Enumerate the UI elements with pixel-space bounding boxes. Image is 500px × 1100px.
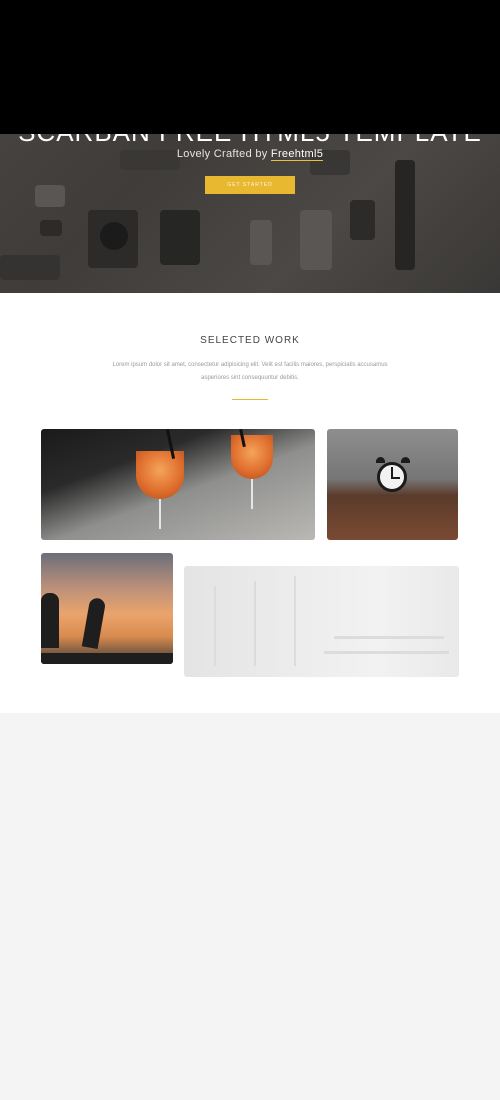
glass-shape <box>231 435 273 479</box>
window-frame <box>254 581 256 666</box>
hero-subtitle-link[interactable]: Freehtml5 <box>270 148 324 161</box>
window-frame <box>214 586 216 666</box>
strap-prop <box>350 200 375 240</box>
section-divider <box>232 399 268 400</box>
selected-work-section: SELECTED WORK Lorem ipsum dolor sit amet… <box>0 293 500 713</box>
person-silhouette <box>41 593 59 648</box>
work-tile-drinks[interactable] <box>41 429 315 540</box>
desk-shape <box>324 651 449 654</box>
desk-shape <box>334 636 444 639</box>
clock-hand <box>391 477 400 479</box>
window-frame <box>294 576 296 666</box>
stem-shape <box>159 499 161 529</box>
strap-prop <box>395 160 415 270</box>
hero-subtitle-text: Lovely Crafted by <box>176 148 271 160</box>
camera-prop <box>35 185 65 207</box>
glass-shape <box>136 451 184 499</box>
phone-prop <box>300 210 332 270</box>
get-started-button[interactable]: GET STARTED <box>205 176 295 194</box>
plant-prop <box>160 210 200 265</box>
flash-prop <box>250 220 272 265</box>
work-tile-office[interactable] <box>184 566 459 677</box>
work-tile-sunset[interactable] <box>41 553 173 664</box>
footer-area <box>0 713 500 1100</box>
work-tile-clock[interactable] <box>327 429 458 540</box>
lens-prop <box>100 222 128 250</box>
person-silhouette <box>81 596 107 650</box>
clock-bell-right <box>401 457 410 463</box>
camera-prop <box>40 220 62 236</box>
clock-bell-left <box>376 457 385 463</box>
ground-shape <box>41 653 173 664</box>
camera-prop <box>0 255 60 280</box>
hero-subtitle: Lovely Crafted by Freehtml5 <box>0 148 500 161</box>
section-title: SELECTED WORK <box>200 335 300 346</box>
stem-shape <box>251 479 253 509</box>
section-description: Lorem ipsum dolor sit amet, consectetur … <box>112 362 388 381</box>
top-black-bar <box>0 0 500 134</box>
